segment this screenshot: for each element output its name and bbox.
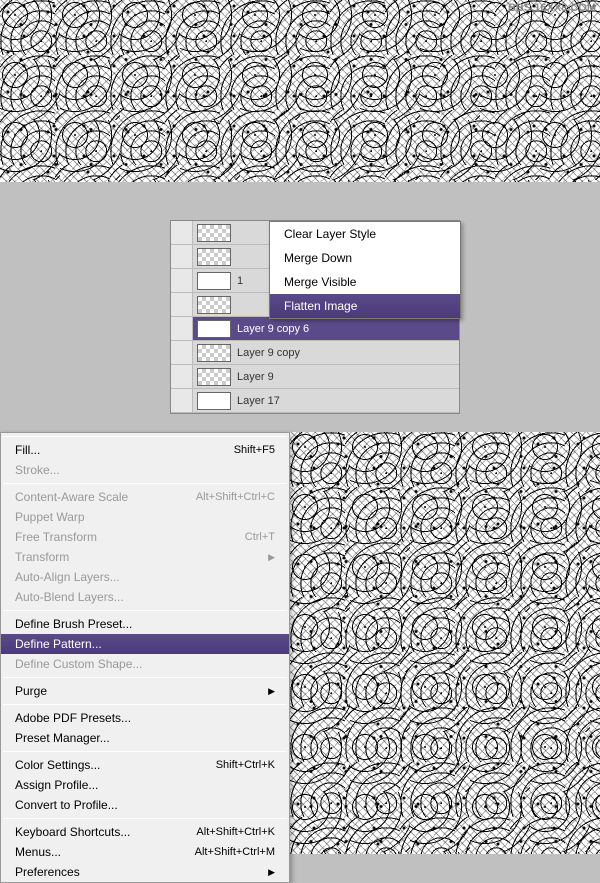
layer-thumb [197, 320, 231, 338]
visibility-toggle[interactable] [171, 245, 193, 268]
menu-define-brush[interactable]: Define Brush Preset... [1, 614, 289, 634]
menu-define-shape[interactable]: Define Custom Shape... [1, 654, 289, 674]
layer-thumb [197, 248, 231, 266]
layer-row[interactable]: Layer 9 [171, 365, 459, 389]
layer-row[interactable]: Layer 9 copy [171, 341, 459, 365]
visibility-toggle[interactable] [171, 221, 193, 244]
top-pattern-image [0, 0, 600, 182]
menu-transform[interactable]: Transform▶ [1, 547, 289, 567]
menu-keyboard-shortcuts[interactable]: Keyboard Shortcuts...Alt+Shift+Ctrl+K [1, 822, 289, 842]
layer-thumb [197, 296, 231, 314]
layer-row[interactable]: Layer 17 [171, 389, 459, 413]
menu-stroke[interactable]: Stroke... [1, 460, 289, 480]
shortcut: Alt+Shift+Ctrl+K [196, 826, 275, 838]
menu-fill[interactable]: Fill...Shift+F5 [1, 440, 289, 460]
edit-menu: Fill...Shift+F5 Stroke... Content-Aware … [0, 432, 290, 883]
shortcut: Alt+Shift+Ctrl+M [195, 846, 275, 858]
menu-assign-profile[interactable]: Assign Profile... [1, 775, 289, 795]
submenu-arrow-icon: ▶ [268, 867, 275, 878]
menu-auto-align[interactable]: Auto-Align Layers... [1, 567, 289, 587]
menu-purge[interactable]: Purge▶ [1, 681, 289, 701]
menu-define-pattern[interactable]: Define Pattern... [1, 634, 289, 654]
menu-merge-visible[interactable]: Merge Visible [270, 270, 460, 294]
menu-free-transform[interactable]: Free TransformCtrl+T [1, 527, 289, 547]
shortcut: Shift+F5 [234, 444, 275, 456]
layer-thumb [197, 224, 231, 242]
menu-preset-manager[interactable]: Preset Manager... [1, 728, 289, 748]
visibility-toggle[interactable] [171, 365, 193, 388]
menu-merge-down[interactable]: Merge Down [270, 246, 460, 270]
menu-color-settings[interactable]: Color Settings...Shift+Ctrl+K [1, 755, 289, 775]
visibility-toggle[interactable] [171, 341, 193, 364]
menu-flatten-image[interactable]: Flatten Image [270, 294, 460, 318]
layer-thumb [197, 272, 231, 290]
shortcut: Shift+Ctrl+K [216, 759, 275, 771]
layer-thumb [197, 392, 231, 410]
menu-content-aware-scale[interactable]: Content-Aware ScaleAlt+Shift+Ctrl+C [1, 487, 289, 507]
submenu-arrow-icon: ▶ [268, 686, 275, 697]
shortcut: Ctrl+T [245, 531, 275, 543]
layer-label: Layer 17 [237, 395, 459, 407]
layer-thumb [197, 368, 231, 386]
watermark: BBS.16XX8.COM [508, 2, 596, 14]
layer-label: Layer 9 [237, 371, 459, 383]
layer-thumb [197, 344, 231, 362]
layer-label: Layer 9 copy 6 [237, 323, 459, 335]
visibility-toggle[interactable] [171, 269, 193, 292]
menu-pdf-presets[interactable]: Adobe PDF Presets... [1, 708, 289, 728]
layer-context-menu: Clear Layer Style Merge Down Merge Visib… [269, 221, 461, 319]
visibility-toggle[interactable] [171, 389, 193, 412]
layer-row[interactable]: Layer 9 copy 6 [171, 317, 459, 341]
visibility-toggle[interactable] [171, 293, 193, 316]
menu-auto-blend[interactable]: Auto-Blend Layers... [1, 587, 289, 607]
menu-preferences[interactable]: Preferences▶ [1, 862, 289, 882]
submenu-arrow-icon: ▶ [268, 552, 275, 563]
menu-clear-layer-style[interactable]: Clear Layer Style [270, 222, 460, 246]
layer-label: Layer 9 copy [237, 347, 459, 359]
shortcut: Alt+Shift+Ctrl+C [196, 491, 275, 503]
bottom-pattern-image [290, 432, 600, 854]
menu-puppet-warp[interactable]: Puppet Warp [1, 507, 289, 527]
visibility-toggle[interactable] [171, 317, 193, 340]
menu-convert-profile[interactable]: Convert to Profile... [1, 795, 289, 815]
menu-menus[interactable]: Menus...Alt+Shift+Ctrl+M [1, 842, 289, 862]
